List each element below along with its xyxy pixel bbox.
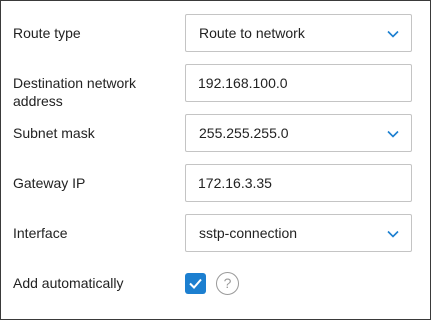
interface-value: sstp-connection (199, 225, 298, 241)
destination-input[interactable]: 192.168.100.0 (185, 64, 412, 102)
help-icon[interactable]: ? (216, 272, 239, 295)
gateway-label: Gateway IP (13, 175, 86, 191)
subnet-mask-label: Subnet mask (13, 125, 95, 141)
route-type-label: Route type (13, 25, 81, 41)
subnet-mask-select[interactable]: 255.255.255.0 (185, 114, 412, 152)
route-settings-panel: Route type Route to network Destination … (0, 0, 431, 320)
route-type-select[interactable]: Route to network (185, 14, 412, 52)
checkmark-icon (189, 278, 202, 289)
gateway-input[interactable]: 172.16.3.35 (185, 164, 412, 202)
destination-label: Destination network address (13, 75, 136, 109)
add-automatically-label: Add automatically (13, 275, 124, 291)
destination-value: 192.168.100.0 (198, 75, 288, 91)
interface-select[interactable]: sstp-connection (185, 214, 412, 252)
chevron-down-icon (387, 130, 399, 138)
interface-label: Interface (13, 225, 68, 241)
add-automatically-checkbox[interactable] (185, 273, 206, 294)
route-type-value: Route to network (199, 25, 305, 41)
chevron-down-icon (387, 230, 399, 238)
chevron-down-icon (387, 30, 399, 38)
subnet-mask-value: 255.255.255.0 (199, 125, 289, 141)
gateway-value: 172.16.3.35 (198, 175, 272, 191)
